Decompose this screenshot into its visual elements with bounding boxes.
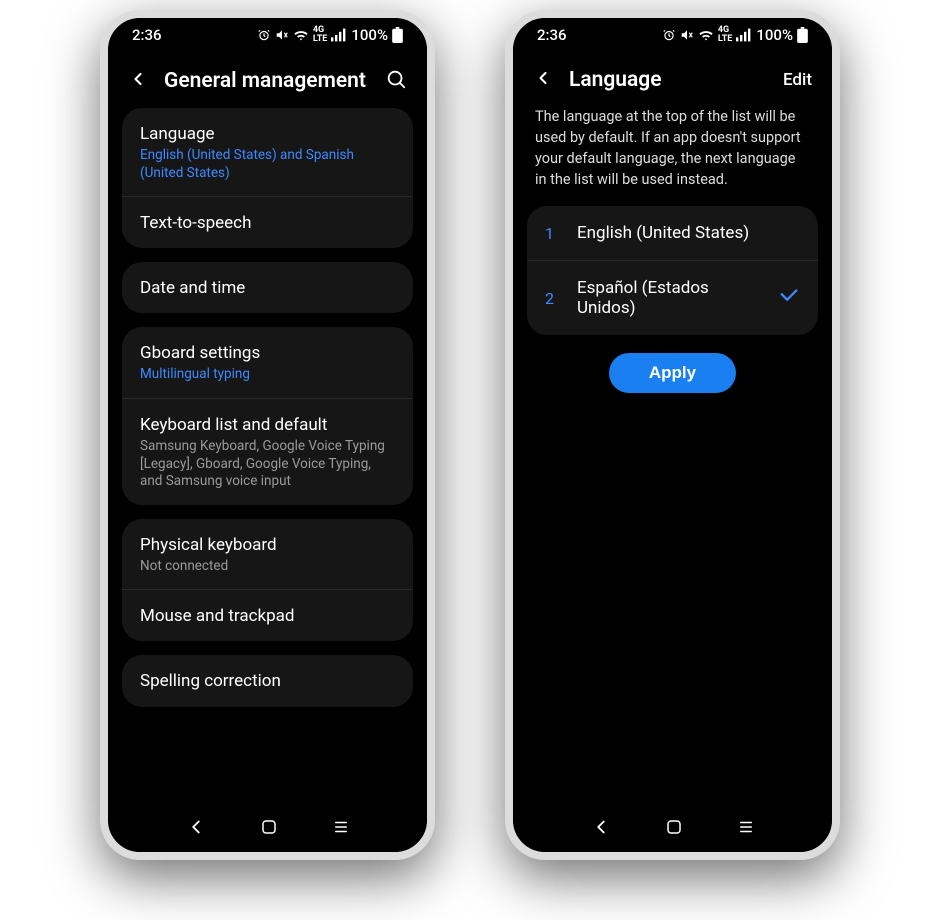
row-label: Keyboard list and default (140, 414, 395, 436)
row-label: Physical keyboard (140, 534, 395, 556)
status-time: 2:36 (537, 26, 567, 44)
row-subtitle: English (United States) and Spanish (Uni… (140, 147, 395, 182)
settings-group: Spelling correction (122, 655, 413, 706)
settings-group: Language English (United States) and Spa… (122, 108, 413, 248)
back-button[interactable] (533, 68, 553, 92)
row-label: Spelling correction (140, 670, 395, 692)
square-icon (260, 818, 278, 836)
edit-button[interactable]: Edit (783, 70, 812, 90)
settings-group: Gboard settings Multilingual typing Keyb… (122, 327, 413, 504)
settings-row-mouse[interactable]: Mouse and trackpad (122, 589, 413, 641)
search-icon (385, 68, 407, 90)
chevron-left-icon (533, 68, 553, 88)
row-label: Text-to-speech (140, 212, 395, 234)
status-time: 2:36 (132, 26, 162, 44)
settings-row-physical-keyboard[interactable]: Physical keyboard Not connected (122, 519, 413, 590)
phone-right: 2:36 4GLTE 100% Language Edit (505, 10, 840, 860)
nav-back[interactable] (590, 816, 612, 838)
menu-icon (736, 818, 756, 836)
mute-icon (275, 28, 289, 42)
row-subtitle: Not connected (140, 558, 395, 576)
settings-list: Language English (United States) and Spa… (108, 108, 427, 806)
signal-icon (736, 28, 752, 42)
row-label: Language (140, 123, 395, 145)
language-row[interactable]: 2 Español (Estados Unidos) (527, 260, 818, 335)
status-icons: 4GLTE 100% (257, 26, 403, 44)
square-icon (665, 818, 683, 836)
row-label: Gboard settings (140, 342, 395, 364)
status-icons: 4GLTE 100% (662, 26, 808, 44)
battery-icon (392, 27, 403, 43)
language-index: 2 (545, 289, 559, 308)
language-list: 1 English (United States) 2 Español (Est… (527, 206, 818, 335)
back-button[interactable] (128, 69, 148, 93)
nav-recent[interactable] (331, 818, 351, 836)
settings-row-datetime[interactable]: Date and time (122, 262, 413, 313)
row-subtitle: Samsung Keyboard, Google Voice Typing [L… (140, 438, 395, 491)
battery-percent: 100% (351, 26, 388, 44)
nav-bar (108, 806, 427, 852)
wifi-icon (293, 28, 309, 42)
network-label: 4GLTE (313, 26, 328, 44)
alarm-icon (662, 28, 676, 42)
alarm-icon (257, 28, 271, 42)
nav-recent[interactable] (736, 818, 756, 836)
nav-bar (513, 806, 832, 852)
row-label: Mouse and trackpad (140, 605, 395, 627)
page-title: Language (569, 68, 767, 92)
nav-home[interactable] (260, 818, 278, 836)
check-icon (778, 285, 800, 311)
battery-percent: 100% (756, 26, 793, 44)
language-index: 1 (545, 224, 559, 243)
language-label: English (United States) (577, 223, 800, 243)
signal-icon (331, 28, 347, 42)
settings-row-gboard[interactable]: Gboard settings Multilingual typing (122, 327, 413, 398)
chevron-left-icon (128, 69, 148, 89)
chevron-left-icon (185, 816, 207, 838)
nav-back[interactable] (185, 816, 207, 838)
wifi-icon (698, 28, 714, 42)
settings-row-language[interactable]: Language English (United States) and Spa… (122, 108, 413, 196)
status-bar: 2:36 4GLTE 100% (513, 18, 832, 52)
battery-icon (797, 27, 808, 43)
nav-home[interactable] (665, 818, 683, 836)
settings-row-keyboard-list[interactable]: Keyboard list and default Samsung Keyboa… (122, 398, 413, 505)
phone-left: 2:36 4GLTE 100% General management (100, 10, 435, 860)
language-label: Español (Estados Unidos) (577, 278, 760, 318)
app-bar: Language Edit (513, 52, 832, 106)
apply-button[interactable]: Apply (609, 353, 736, 393)
row-subtitle: Multilingual typing (140, 366, 395, 384)
settings-row-spelling[interactable]: Spelling correction (122, 655, 413, 706)
row-label: Date and time (140, 277, 395, 299)
settings-group: Date and time (122, 262, 413, 313)
mute-icon (680, 28, 694, 42)
status-bar: 2:36 4GLTE 100% (108, 18, 427, 52)
app-bar: General management (108, 52, 427, 108)
search-button[interactable] (385, 68, 407, 94)
menu-icon (331, 818, 351, 836)
help-text: The language at the top of the list will… (527, 106, 818, 206)
settings-group: Physical keyboard Not connected Mouse an… (122, 519, 413, 642)
page-title: General management (164, 69, 369, 93)
language-content: The language at the top of the list will… (513, 106, 832, 806)
chevron-left-icon (590, 816, 612, 838)
language-row[interactable]: 1 English (United States) (527, 206, 818, 260)
settings-row-tts[interactable]: Text-to-speech (122, 196, 413, 248)
network-label: 4GLTE (718, 26, 733, 44)
